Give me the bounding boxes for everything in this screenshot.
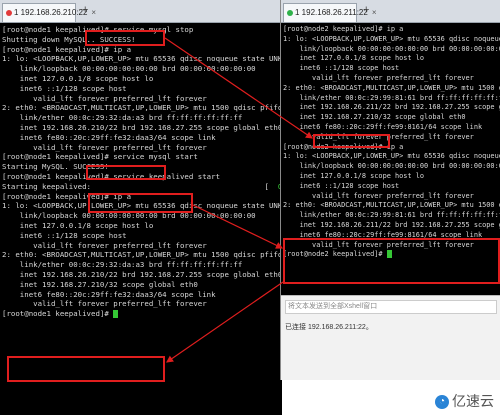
arrow-start-to-eth0 [192,204,284,249]
annotation-arrows [164,37,313,363]
watermark-text: 亿速云 [452,393,494,409]
watermark-logo: ◔ 亿速云 [435,391,494,411]
arrow-stop-to-vip [164,37,313,139]
arrow-eth0-to-vip [166,281,284,363]
cloud-logo-icon: ◔ [435,395,449,410]
